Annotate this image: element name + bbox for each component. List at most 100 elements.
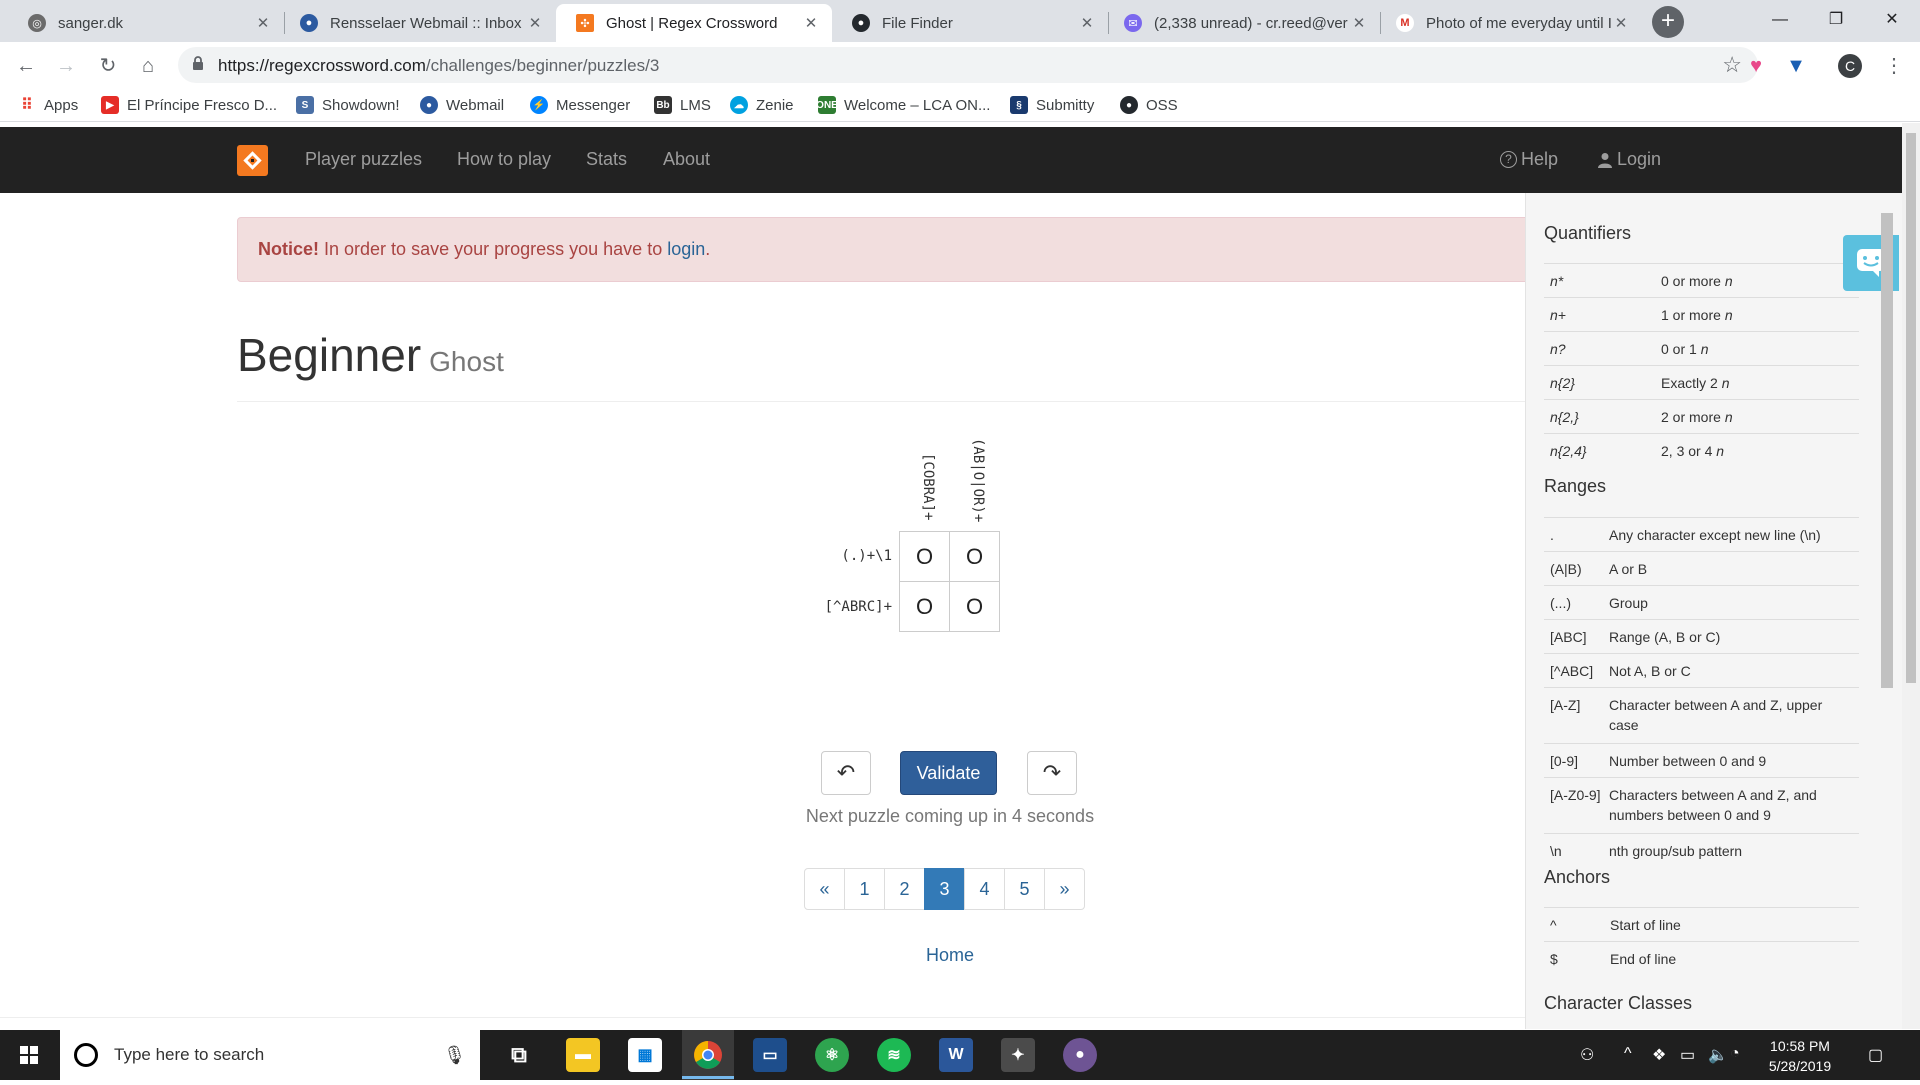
forward-arrow-icon[interactable]: → <box>52 52 80 80</box>
puzzle-cell[interactable]: O <box>899 531 950 582</box>
dropbox-icon[interactable]: ❖ <box>1652 1045 1666 1065</box>
restore-button[interactable]: ❐ <box>1808 0 1864 40</box>
regex-crossword-logo[interactable] <box>237 145 268 176</box>
close-icon[interactable]: ✕ <box>526 14 544 32</box>
volume-icon[interactable]: 🔈 <box>1708 1045 1728 1065</box>
address-bar[interactable]: https://regexcrossword.com/challenges/be… <box>178 47 1758 83</box>
bookmark-label: Apps <box>44 96 79 114</box>
notifications-icon[interactable]: ▢ <box>1868 1045 1883 1065</box>
bookmark-messenger[interactable]: ⚡ Messenger <box>530 94 630 116</box>
cheatsheet-pattern: n* <box>1550 273 1564 289</box>
regex-crossword-icon: ✣ <box>576 14 594 32</box>
puzzle-cell[interactable]: O <box>949 581 1000 632</box>
chrome-icon[interactable] <box>691 1038 725 1072</box>
tab-file-finder[interactable]: ● File Finder ✕ <box>832 4 1108 42</box>
redo-button[interactable]: ↷ <box>1027 751 1077 795</box>
bookmark-webmail[interactable]: ● Webmail <box>420 94 504 116</box>
bookmark-submitty[interactable]: § Submitty <box>1010 94 1094 116</box>
cheatsheet-description: Characters between A and Z, and numbers … <box>1609 787 1817 823</box>
tab-webmail[interactable]: ● Rensselaer Webmail :: Inbox ✕ <box>280 4 556 42</box>
close-icon[interactable]: ✕ <box>802 14 820 32</box>
taskbar-search-box[interactable]: Type here to search 🎙 <box>60 1030 480 1080</box>
page-link[interactable]: 4 <box>964 868 1005 910</box>
window-app-icon[interactable]: ▭ <box>753 1038 787 1072</box>
bookmark-oss[interactable]: ● OSS <box>1120 94 1178 116</box>
puzzle-cell[interactable]: O <box>899 581 950 632</box>
puzzle-cell[interactable]: O <box>949 531 1000 582</box>
profile-avatar[interactable]: C <box>1838 54 1862 78</box>
cortana-circle-icon <box>74 1043 98 1067</box>
nav-help[interactable]: ? Help <box>1500 149 1558 170</box>
page-prev[interactable]: « <box>804 868 845 910</box>
cheatsheet-row: [A-Z0-9] Characters between A and Z, and … <box>1544 777 1859 833</box>
close-icon[interactable]: ✕ <box>1078 14 1096 32</box>
show-hidden-icons[interactable]: ^ <box>1624 1045 1632 1063</box>
task-view-icon[interactable]: ⧉ <box>502 1038 536 1072</box>
close-window-button[interactable]: ✕ <box>1864 0 1920 40</box>
vpn-extension-icon[interactable]: ▼ <box>1782 52 1810 80</box>
wifi-icon[interactable]: ◔ <box>1730 1045 1740 1063</box>
system-clock[interactable]: 10:58 PM 5/28/2019 <box>1745 1036 1855 1076</box>
start-button[interactable] <box>0 1030 58 1080</box>
clock-time: 10:58 PM <box>1770 1038 1830 1054</box>
bookmark-showdown[interactable]: S Showdown! <box>296 94 400 116</box>
windows-taskbar: Type here to search 🎙 ⧉ ▬ ▦ ▭ ⚛ ≋ W ✦ ● … <box>0 1030 1920 1080</box>
nav-about[interactable]: About <box>663 149 710 170</box>
close-icon[interactable]: ✕ <box>1350 14 1368 32</box>
minimize-button[interactable]: — <box>1752 0 1808 40</box>
store-icon[interactable]: ▦ <box>628 1038 662 1072</box>
panel-scrollbar[interactable] <box>1879 195 1893 1029</box>
microphone-icon[interactable]: 🎙 <box>443 1045 466 1066</box>
validate-button[interactable]: Validate <box>900 751 997 795</box>
tab-regex-crossword[interactable]: ✣ Ghost | Regex Crossword ✕ <box>556 4 832 42</box>
tab-sanger[interactable]: ◎ sanger.dk ✕ <box>8 4 284 42</box>
home-icon[interactable]: ⌂ <box>134 52 162 80</box>
clock-date: 5/28/2019 <box>1768 1058 1832 1074</box>
nav-how-to-play[interactable]: How to play <box>457 149 551 170</box>
file-explorer-icon[interactable]: ▬ <box>566 1038 600 1072</box>
close-icon[interactable]: ✕ <box>254 14 272 32</box>
page-link[interactable]: 2 <box>884 868 925 910</box>
cheatsheet-n: n <box>1724 409 1733 425</box>
messenger-icon: ⚡ <box>530 96 548 114</box>
spotify-icon[interactable]: ≋ <box>877 1038 911 1072</box>
page-link[interactable]: 5 <box>1004 868 1045 910</box>
page-link[interactable]: 1 <box>844 868 885 910</box>
nav-player-puzzles[interactable]: Player puzzles <box>305 149 422 170</box>
page-title: Beginner Ghost <box>237 328 504 382</box>
github-desktop-icon[interactable]: ● <box>1063 1038 1097 1072</box>
bookmark-lms[interactable]: Bb LMS <box>654 94 711 116</box>
tab-mail-unread[interactable]: ✉ (2,338 unread) - cr.reed@ver ✕ <box>1104 4 1380 42</box>
tab-gmail-photo[interactable]: M Photo of me everyday until I ✕ <box>1376 4 1642 42</box>
bookmark-lca-one[interactable]: ONE Welcome – LCA ON... <box>816 94 990 116</box>
gitkraken-icon[interactable]: ⚛ <box>815 1038 849 1072</box>
people-icon[interactable]: ⚇ <box>1580 1045 1594 1065</box>
git-gui-icon[interactable]: ✦ <box>1001 1038 1035 1072</box>
bookmark-star-icon[interactable]: ☆ <box>1722 52 1742 78</box>
bookmark-zenie[interactable]: ☁ Zenie <box>730 94 794 116</box>
nav-login[interactable]: Login <box>1598 149 1661 170</box>
page-scrollbar[interactable] <box>1902 123 1920 1029</box>
cheatsheet-n: n <box>1721 375 1730 391</box>
nav-stats[interactable]: Stats <box>586 149 627 170</box>
cheatsheet-pattern: (A|B) <box>1550 561 1582 577</box>
close-icon[interactable]: ✕ <box>1612 14 1630 32</box>
page-link-active[interactable]: 3 <box>924 868 965 910</box>
reload-icon[interactable]: ↻ <box>94 52 122 80</box>
heart-extension-icon[interactable]: ♥ <box>1742 52 1770 80</box>
word-icon[interactable]: W <box>939 1038 973 1072</box>
cheatsheet-pattern: [A-Z0-9] <box>1550 787 1601 803</box>
back-arrow-icon[interactable]: ← <box>12 52 40 80</box>
undo-button[interactable]: ↶ <box>821 751 871 795</box>
chrome-menu-icon[interactable]: ⋮ <box>1880 52 1908 80</box>
cheatsheet-row: n+ 1 or more n <box>1544 297 1859 331</box>
new-tab-button[interactable]: + <box>1652 6 1684 38</box>
bookmark-el-principe[interactable]: ▶ El Príncipe Fresco D... <box>101 94 277 116</box>
bookmark-apps[interactable]: ⠿ Apps <box>18 94 78 116</box>
scroll-thumb[interactable] <box>1881 213 1893 688</box>
battery-icon[interactable]: ▭ <box>1680 1045 1695 1065</box>
scroll-thumb[interactable] <box>1906 133 1916 683</box>
home-link[interactable]: Home <box>900 945 1000 966</box>
page-next[interactable]: » <box>1044 868 1085 910</box>
notice-login-link[interactable]: login <box>667 239 705 259</box>
